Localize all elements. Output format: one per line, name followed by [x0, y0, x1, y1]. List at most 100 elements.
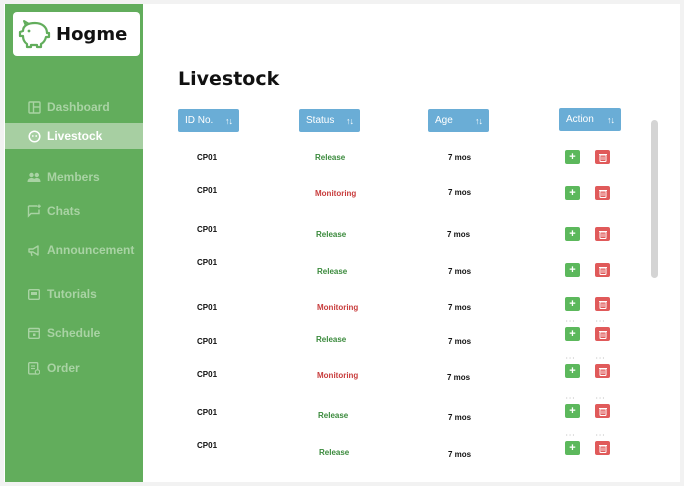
sidebar: Hogme Dashboard Livestock Members Chats … — [5, 4, 143, 482]
trash-icon — [598, 330, 607, 339]
status-badge: Release — [318, 411, 349, 420]
cell-id: CP01 — [197, 337, 218, 346]
sort-icon: ↑↓ — [607, 114, 615, 125]
more-dots-icon: ••• — [566, 432, 577, 437]
status-badge: Monitoring — [317, 371, 359, 380]
column-header-id[interactable]: ID No. ↑↓ — [178, 109, 239, 132]
cell-id: CP01 — [197, 441, 218, 450]
sidebar-item-chats[interactable]: Chats — [5, 198, 143, 224]
cell-age: 7 mos — [448, 188, 472, 197]
scrollbar[interactable] — [651, 120, 658, 278]
column-header-label: Status — [306, 115, 335, 126]
sidebar-item-label: Chats — [47, 204, 81, 218]
column-header-label: Age — [435, 115, 453, 126]
cell-age: 7 mos — [448, 267, 472, 276]
more-dots-icon: ••• — [596, 318, 607, 323]
trash-icon — [598, 407, 607, 416]
status-badge: Monitoring — [317, 303, 359, 312]
sidebar-item-livestock[interactable]: Livestock — [5, 123, 143, 149]
cell-age: 7 mos — [447, 230, 471, 239]
more-dots-icon: ••• — [596, 395, 607, 400]
sidebar-item-label: Members — [47, 170, 100, 184]
announcement-icon — [27, 243, 41, 257]
add-button[interactable]: + — [565, 441, 580, 455]
add-button[interactable]: + — [565, 327, 580, 341]
sidebar-item-label: Order — [47, 361, 80, 375]
delete-button[interactable] — [595, 150, 610, 164]
cell-age: 7 mos — [448, 303, 472, 312]
trash-icon — [598, 444, 607, 453]
cell-age: 7 mos — [447, 373, 471, 382]
trash-icon — [598, 153, 607, 162]
status-badge: Monitoring — [315, 189, 357, 198]
status-badge: Release — [315, 153, 346, 162]
brand-logo[interactable]: Hogme — [13, 12, 140, 56]
cell-age: 7 mos — [448, 413, 472, 422]
cell-id: CP01 — [197, 258, 218, 267]
sort-icon: ↑↓ — [475, 115, 483, 126]
cell-age: 7 mos — [448, 450, 472, 459]
sidebar-item-label: Livestock — [47, 129, 103, 143]
cell-id: CP01 — [197, 153, 218, 162]
schedule-icon — [27, 326, 41, 340]
cell-id: CP01 — [197, 408, 218, 417]
add-button[interactable]: + — [565, 186, 580, 200]
add-button[interactable]: + — [565, 150, 580, 164]
add-button[interactable]: + — [565, 227, 580, 241]
trash-icon — [598, 367, 607, 376]
dashboard-icon — [27, 100, 41, 114]
livestock-icon — [27, 129, 41, 143]
brand-name: Hogme — [56, 23, 128, 45]
delete-button[interactable] — [595, 404, 610, 418]
more-dots-icon: ••• — [566, 355, 577, 360]
cell-id: CP01 — [197, 225, 218, 234]
more-dots-icon: ••• — [566, 318, 577, 323]
column-header-label: ID No. — [185, 115, 214, 126]
delete-button[interactable] — [595, 186, 610, 200]
sidebar-item-schedule[interactable]: Schedule — [5, 320, 143, 346]
status-badge: Release — [316, 230, 347, 239]
status-badge: Release — [319, 448, 350, 457]
delete-button[interactable] — [595, 263, 610, 277]
delete-button[interactable] — [595, 297, 610, 311]
add-button[interactable]: + — [565, 364, 580, 378]
sidebar-item-label: Dashboard — [47, 100, 110, 114]
add-button[interactable]: + — [565, 404, 580, 418]
column-header-status[interactable]: Status ↑↓ — [299, 109, 360, 132]
column-header-age[interactable]: Age ↑↓ — [428, 109, 489, 132]
cell-id: CP01 — [197, 186, 218, 195]
sidebar-item-tutorials[interactable]: Tutorials — [5, 281, 143, 307]
page-title: Livestock — [178, 68, 280, 90]
trash-icon — [598, 189, 607, 198]
column-header-action[interactable]: Action ↑↓ — [559, 108, 621, 131]
delete-button[interactable] — [595, 327, 610, 341]
trash-icon — [598, 230, 607, 239]
sidebar-item-label: Schedule — [47, 326, 101, 340]
sidebar-item-announcement[interactable]: Announcement — [5, 237, 143, 263]
status-badge: Release — [316, 335, 347, 344]
column-header-label: Action — [566, 114, 594, 125]
cell-age: 7 mos — [448, 337, 472, 346]
trash-icon — [598, 300, 607, 309]
sidebar-item-label: Tutorials — [47, 287, 97, 301]
delete-button[interactable] — [595, 227, 610, 241]
members-icon — [27, 170, 41, 184]
add-button[interactable]: + — [565, 263, 580, 277]
sidebar-item-members[interactable]: Members — [5, 164, 143, 190]
delete-button[interactable] — [595, 364, 610, 378]
sort-icon: ↑↓ — [225, 115, 233, 126]
order-icon — [27, 361, 41, 375]
more-dots-icon: ••• — [596, 432, 607, 437]
sidebar-item-order[interactable]: Order — [5, 355, 143, 381]
cell-id: CP01 — [197, 303, 218, 312]
cell-id: CP01 — [197, 370, 218, 379]
sidebar-item-dashboard[interactable]: Dashboard — [5, 94, 143, 120]
delete-button[interactable] — [595, 441, 610, 455]
trash-icon — [598, 266, 607, 275]
more-dots-icon: ••• — [566, 395, 577, 400]
pig-logo-icon — [18, 20, 51, 49]
cell-age: 7 mos — [448, 153, 472, 162]
sidebar-item-label: Announcement — [47, 243, 135, 257]
chats-icon — [27, 204, 41, 218]
add-button[interactable]: + — [565, 297, 580, 311]
